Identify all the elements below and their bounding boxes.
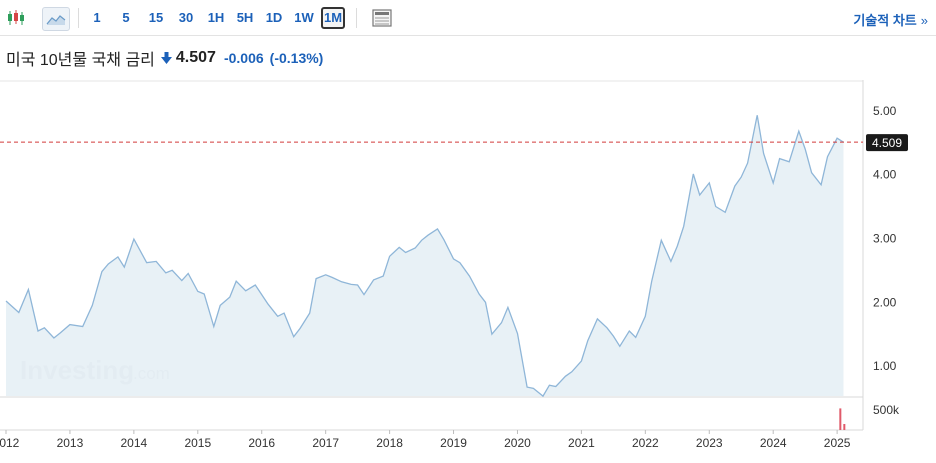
x-tick-label: 2023 bbox=[696, 436, 723, 450]
y-tick-label: 2.00 bbox=[873, 295, 897, 309]
x-tick-label: 2012 bbox=[0, 436, 20, 450]
price-area bbox=[6, 115, 844, 397]
volume-bar bbox=[843, 424, 846, 430]
quote-header: 미국 10년물 국채 금리 4.507 -0.006 (-0.13%) bbox=[6, 47, 323, 69]
arrow-down-icon bbox=[160, 52, 172, 64]
y-tick-label: 5.00 bbox=[873, 104, 897, 118]
current-price-label: 4.509 bbox=[872, 136, 902, 150]
interval-1w[interactable]: 1W bbox=[291, 7, 317, 29]
x-tick-label: 2025 bbox=[824, 436, 851, 450]
x-tick-label: 2019 bbox=[440, 436, 467, 450]
x-tick-label: 2021 bbox=[568, 436, 595, 450]
interval-5h[interactable]: 5H bbox=[233, 7, 257, 29]
table-icon[interactable] bbox=[370, 7, 394, 29]
technical-chart-link[interactable]: 기술적 차트» bbox=[853, 10, 928, 29]
interval-1[interactable]: 1 bbox=[88, 7, 106, 29]
x-tick-label: 2016 bbox=[248, 436, 275, 450]
y-tick-label: 1.00 bbox=[873, 359, 897, 373]
price-change: -0.006 bbox=[223, 50, 264, 66]
x-tick-label: 2013 bbox=[57, 436, 84, 450]
double-chevron-right-icon: » bbox=[920, 13, 928, 28]
interval-1m[interactable]: 1M bbox=[321, 7, 345, 29]
area-chart-icon[interactable] bbox=[42, 7, 70, 31]
price-chart[interactable]: Investing.com1.002.003.004.005.004.50950… bbox=[0, 80, 936, 463]
x-tick-label: 2020 bbox=[504, 436, 531, 450]
volume-axis-label: 500k bbox=[873, 403, 900, 417]
x-tick-label: 2018 bbox=[376, 436, 403, 450]
y-tick-label: 3.00 bbox=[873, 231, 897, 245]
technical-chart-label: 기술적 차트 bbox=[853, 13, 917, 28]
price-change-percent: (-0.13%) bbox=[269, 50, 324, 66]
interval-5[interactable]: 5 bbox=[117, 7, 135, 29]
chart-toolbar: 1 5 15 30 1H 5H 1D 1W 1M 기술적 차트» bbox=[0, 0, 936, 36]
x-tick-label: 2024 bbox=[760, 436, 787, 450]
y-tick-label: 4.00 bbox=[873, 168, 897, 182]
x-tick-label: 2014 bbox=[121, 436, 148, 450]
last-price: 4.507 bbox=[175, 49, 216, 66]
volume-bar bbox=[839, 408, 842, 430]
interval-30[interactable]: 30 bbox=[174, 7, 198, 29]
interval-1d[interactable]: 1D bbox=[262, 7, 286, 29]
instrument-name: 미국 10년물 국채 금리 bbox=[6, 52, 155, 69]
interval-15[interactable]: 15 bbox=[144, 7, 168, 29]
interval-1h[interactable]: 1H bbox=[204, 7, 228, 29]
candlestick-icon[interactable] bbox=[4, 7, 28, 29]
x-tick-label: 2017 bbox=[312, 436, 339, 450]
x-tick-label: 2015 bbox=[184, 436, 211, 450]
x-tick-label: 2022 bbox=[632, 436, 659, 450]
